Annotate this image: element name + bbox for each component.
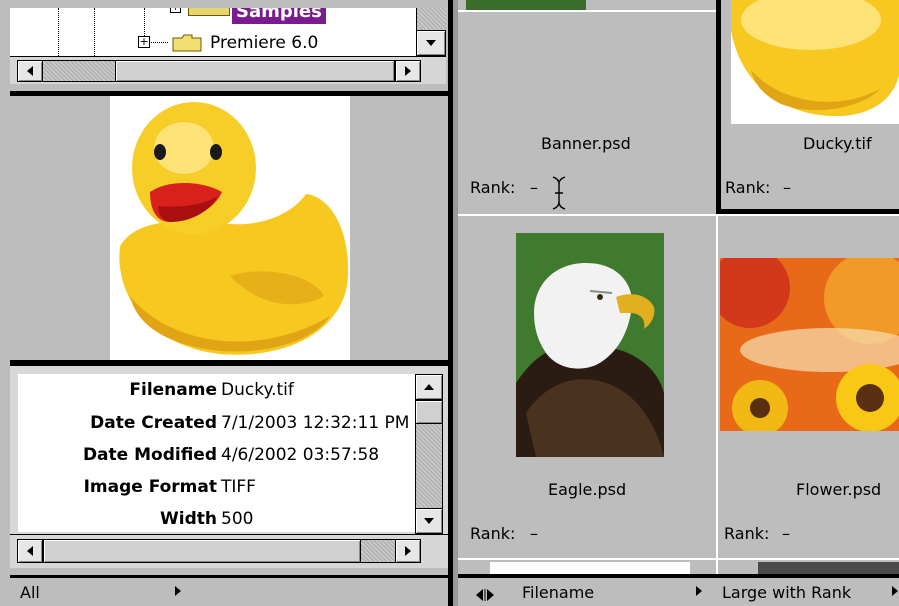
scroll-arrow-icon [405, 546, 411, 556]
metadata-row: Image Format TIFF [18, 471, 413, 503]
metadata-hscroll-thumb[interactable] [43, 539, 361, 563]
sort-label: Filename [522, 583, 595, 602]
folder-tree[interactable]: + Samples + Premiere 6.0 [10, 8, 416, 56]
metadata-key: Date Modified [82, 445, 217, 465]
filter-menu[interactable]: All [10, 578, 190, 606]
thumbnail-cell[interactable]: Flower.psd Rank: – [718, 216, 899, 560]
rank-value[interactable]: – [530, 524, 538, 543]
tree-item-samples[interactable]: Samples [232, 8, 326, 24]
sort-menu[interactable]: Filename [508, 578, 708, 606]
tree-item-label: Samples [236, 8, 322, 22]
folder-icon [188, 8, 230, 16]
thumbnail-name: Flower.psd [796, 480, 882, 499]
thumbnail-cell-selected[interactable]: Ducky.tif Rank: – [716, 0, 899, 214]
rank-label: Rank: [725, 178, 771, 197]
right-status-bar: Filename Large with Rank [458, 578, 899, 606]
menu-arrow-icon [892, 586, 898, 596]
left-status-bar: All [10, 578, 448, 606]
rank-label: Rank: [724, 524, 770, 543]
panel-toggle-icon[interactable] [476, 586, 494, 601]
metadata-pane: Filename Ducky.tif Date Created 7/1/2003… [10, 366, 448, 538]
metadata-scroll-up-button[interactable] [415, 374, 443, 400]
folder-icon [172, 34, 202, 52]
tree-item-label: Premiere 6.0 [210, 33, 319, 53]
scroll-arrow-icon [424, 518, 434, 524]
tree-line [94, 8, 95, 56]
metadata-list: Filename Ducky.tif Date Created 7/1/2003… [18, 374, 415, 532]
view-menu[interactable]: Large with Rank [716, 578, 899, 606]
text-cursor-icon [552, 176, 566, 210]
metadata-row: Filename Ducky.tif [18, 374, 413, 406]
tree-vscroll-track[interactable] [416, 8, 446, 30]
metadata-key: Image Format [83, 477, 217, 497]
metadata-value: 4/6/2002 03:57:58 [221, 445, 380, 465]
metadata-scroll-right-button[interactable] [395, 539, 421, 563]
tree-scroll-left-button[interactable] [17, 60, 43, 82]
metadata-value: Ducky.tif [221, 380, 294, 400]
tree-scroll-right-button[interactable] [395, 60, 421, 82]
rank-label: Rank: [470, 178, 516, 197]
thumbnail-image [731, 0, 899, 124]
thumbnail-image [720, 258, 899, 431]
cell-divider [458, 558, 899, 560]
tree-scroll-down-button[interactable] [416, 30, 446, 56]
metadata-scroll-left-button[interactable] [17, 539, 43, 563]
metadata-key: Width [160, 509, 217, 529]
rank-value[interactable]: – [530, 178, 538, 197]
tree-hscroll[interactable] [10, 56, 446, 84]
tree-hscroll-track[interactable] [43, 60, 115, 82]
scroll-arrow-icon [27, 66, 33, 76]
metadata-row: Date Created 7/1/2003 12:32:11 PM [18, 407, 413, 439]
menu-arrow-icon [175, 586, 181, 596]
metadata-vscroll-track[interactable] [415, 424, 443, 508]
tree-expand-icon[interactable]: + [138, 36, 150, 48]
scroll-arrow-icon [405, 66, 411, 76]
metadata-row: Date Modified 4/6/2002 03:57:58 [18, 439, 413, 471]
tree-line [58, 8, 59, 56]
rank-value[interactable]: – [783, 178, 791, 197]
scroll-arrow-icon [424, 384, 434, 390]
scroll-arrow-icon [27, 546, 33, 556]
thumbnail-name: Ducky.tif [803, 134, 872, 153]
thumbnail-partial-image [466, 0, 586, 10]
scroll-arrow-icon [426, 40, 436, 46]
menu-arrow-icon [696, 586, 702, 596]
thumbnail-image [516, 233, 664, 457]
tree-item-premiere[interactable]: Premiere 6.0 [210, 32, 318, 54]
tree-hscroll-thumb[interactable] [115, 60, 395, 82]
thumbnail-name: Eagle.psd [548, 480, 627, 499]
preview-image [110, 96, 350, 360]
metadata-vscroll-thumb[interactable] [415, 400, 443, 424]
thumbnail-partial-image [490, 562, 690, 574]
rank-value[interactable]: – [782, 524, 790, 543]
metadata-value: TIFF [221, 477, 256, 497]
thumbnail-name: Banner.psd [541, 134, 631, 153]
tree-line [144, 8, 145, 38]
thumbnail-cell[interactable]: Banner.psd Rank: – [458, 12, 716, 214]
metadata-scroll-down-button[interactable] [415, 508, 443, 534]
tree-connector [148, 42, 168, 43]
metadata-hscroll[interactable] [10, 534, 448, 568]
metadata-row: Width 500 [18, 503, 413, 532]
metadata-key: Filename [129, 380, 217, 400]
metadata-value: 500 [221, 509, 254, 529]
metadata-value: 7/1/2003 12:32:11 PM [221, 413, 410, 433]
metadata-key: Date Created [90, 413, 217, 433]
thumbnail-partial-image [758, 562, 899, 574]
metadata-hscroll-track[interactable] [361, 539, 395, 563]
rank-label: Rank: [470, 524, 516, 543]
filter-label: All [20, 583, 40, 602]
preview-pane [10, 96, 448, 360]
tree-expand-icon[interactable]: + [170, 8, 181, 13]
view-label: Large with Rank [722, 583, 852, 602]
thumbnail-grid[interactable]: Banner.psd Rank: – Ducky.tif Rank: – Eag… [458, 0, 899, 574]
thumbnail-cell[interactable]: Eagle.psd Rank: – [458, 216, 716, 560]
